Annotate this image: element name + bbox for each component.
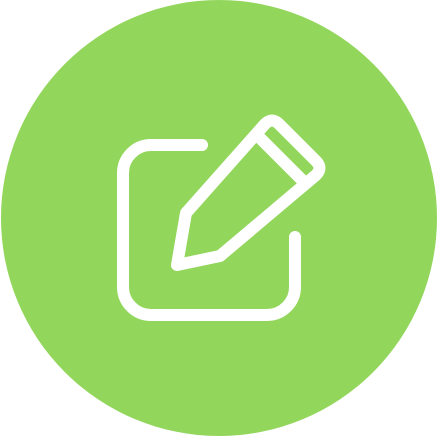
edit-icon bbox=[117, 114, 326, 321]
edit-button[interactable] bbox=[1, 0, 437, 436]
stage bbox=[0, 0, 438, 436]
document-outline bbox=[117, 139, 301, 321]
